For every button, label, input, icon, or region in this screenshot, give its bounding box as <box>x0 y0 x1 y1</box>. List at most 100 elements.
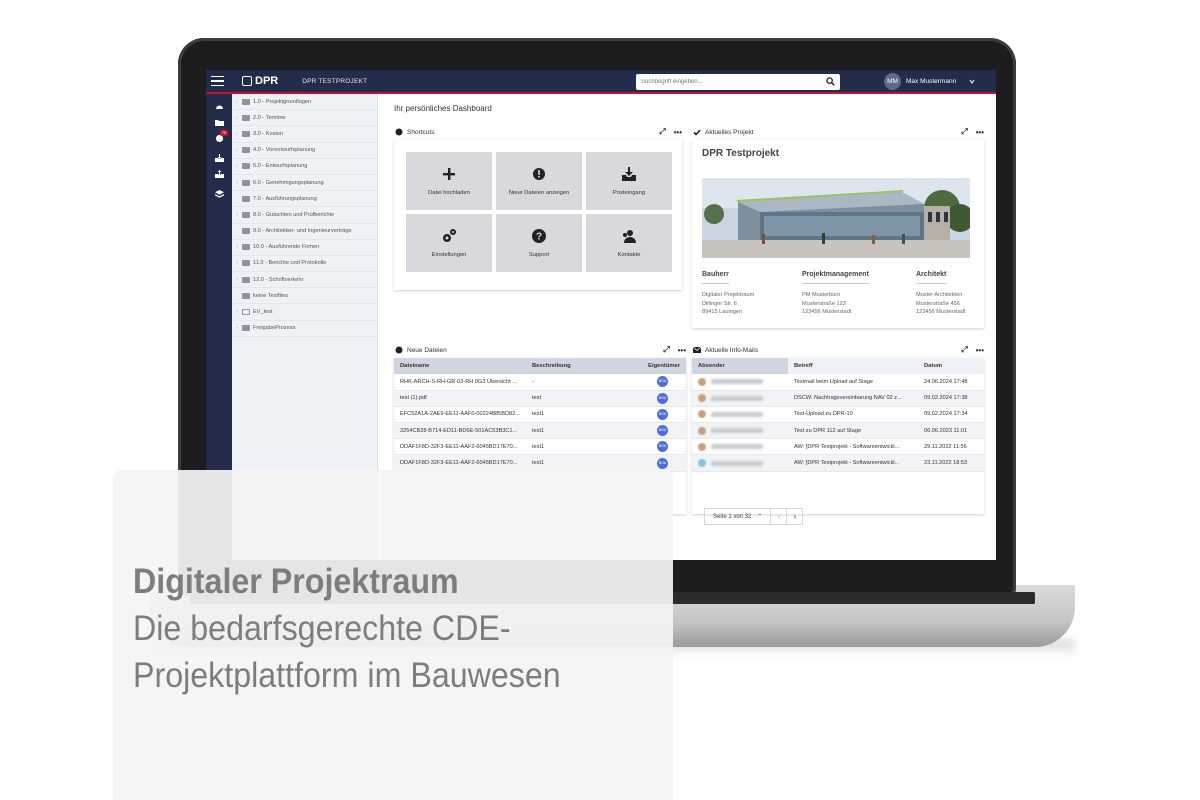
column-header[interactable]: Betreff <box>788 358 918 374</box>
architekt-block: Architekt Muster Architekten Musterstraß… <box>916 270 965 317</box>
expand-icon[interactable]: › <box>232 212 242 218</box>
tree-node[interactable]: › 8.0 - Gutachten und Prüfberichte <box>232 207 377 224</box>
tree-node[interactable]: › 10.0 - Ausführende Firmen <box>232 240 377 256</box>
expand-icon[interactable]: › <box>232 244 242 250</box>
file-name[interactable]: EFC52A1A-2AE9-EE11-AAF0-00224885BD82... <box>394 406 526 424</box>
file-name[interactable]: RHK-ARCH-S-RH-GR-03-RH 0G3 Übersicht ... <box>394 374 526 391</box>
shortcut-support[interactable]: ? Support <box>496 214 582 272</box>
tree-node[interactable]: › 2.0 - Termine <box>232 110 377 127</box>
tree-node[interactable]: keine Testfiles <box>232 288 377 305</box>
rail-folders[interactable] <box>206 114 232 130</box>
file-desc: test1 <box>526 454 612 472</box>
file-name[interactable]: 3254CB28-B714-ED11-BD6E-501AC53B3C1... <box>394 422 526 440</box>
folder-icon <box>242 260 250 267</box>
file-name[interactable]: DDAF1F8D-32F3-EE11-AAF2-6045BD17E70... <box>394 438 526 456</box>
tree-node[interactable]: › EV_test <box>232 304 377 321</box>
mail-subject[interactable]: AW: [DPR Testprojekt - Softwareentwickl.… <box>788 454 918 472</box>
user-menu[interactable]: MM Max Mustermann <box>884 73 975 90</box>
mail-subject[interactable]: Test zu DPR 112 auf Stage <box>788 422 918 440</box>
app-logo[interactable]: DPR <box>242 75 278 87</box>
tree-node-label: keine Testfiles <box>253 292 289 299</box>
tree-node[interactable]: › 1.0 - Projektgrundlagen <box>232 94 377 111</box>
page-select[interactable]: Seite 1 von 32 ⌃ <box>705 509 770 524</box>
tree-node[interactable]: 9.0 - Architekten- und Ingenieurverträge <box>232 224 377 240</box>
expand-icon[interactable]: › <box>232 325 242 331</box>
expand-icon[interactable]: ⤢ <box>659 127 665 137</box>
column-header[interactable]: Datum <box>918 358 984 374</box>
more-icon[interactable]: ••• <box>674 128 682 137</box>
shortcut-settings[interactable]: Einstellungen <box>406 214 492 272</box>
column-header[interactable]: Absender <box>692 358 788 374</box>
expand-icon[interactable]: › <box>232 309 242 315</box>
tree-node[interactable]: › 4.0 - Vorentwurfsplanung <box>232 143 377 159</box>
tree-node[interactable]: › 11.0 - Berichte und Protokolle <box>232 256 377 273</box>
table-row[interactable]: 3254CB28-B714-ED11-BD6E-501AC53B3C1... te… <box>394 422 686 440</box>
rail-inbox[interactable] <box>206 150 232 166</box>
layers-icon <box>214 190 224 198</box>
table-row[interactable]: RHK-ARCH-S-RH-GR-03-RH 0G3 Übersicht ...… <box>394 374 686 391</box>
expand-icon[interactable]: › <box>232 147 242 153</box>
rail-notifications[interactable]: 75 <box>206 130 232 146</box>
table-row[interactable]: Test-Upload zu DPR-10 09.02.2024 17:34 <box>692 406 984 424</box>
more-icon[interactable]: ••• <box>678 346 686 355</box>
table-row[interactable]: Testmail beim Upload auf Stage 24.06.2024… <box>692 374 984 391</box>
rail-dashboard[interactable] <box>206 98 232 114</box>
column-header[interactable]: Beschreibung <box>526 358 612 374</box>
shortcut-upload[interactable]: Datei hochladen <box>406 152 492 210</box>
tree-node[interactable]: › 5.0 - Entwurfsplanung <box>232 159 377 175</box>
chevron-down-icon <box>969 79 975 84</box>
menu-icon[interactable] <box>206 70 228 93</box>
search-icon[interactable] <box>826 77 835 86</box>
table-row[interactable]: test (1).pdf test BOA <box>394 390 686 407</box>
mail-subject[interactable]: Test-Upload zu DPR-10 <box>788 406 918 424</box>
tree-node[interactable]: 7.0 - Ausführungsplanung <box>232 191 377 208</box>
next-page-button[interactable]: › <box>786 509 802 524</box>
expand-icon[interactable]: ⤢ <box>663 345 669 355</box>
shortcut-contacts[interactable]: Kontakte <box>586 214 672 272</box>
table-row[interactable]: Test zu DPR 112 auf Stage 06.06.2023 11:0… <box>692 422 984 440</box>
tree-node[interactable]: › 6.0 - Genehmigungsplanung <box>232 175 377 192</box>
column-header[interactable]: Eigentümer <box>611 358 686 374</box>
expand-icon[interactable]: › <box>232 260 242 266</box>
pm-line: PM Musterbüro <box>802 291 841 298</box>
shortcut-inbox[interactable]: Posteingang <box>586 152 672 210</box>
rail-outbox[interactable] <box>206 166 232 182</box>
mail-subject[interactable]: Testmail beim Upload auf Stage <box>788 374 918 391</box>
tree-node[interactable]: › 3.0 - Kosten <box>232 126 377 143</box>
mail-subject[interactable]: DSCW: Nachtragsvereinbarung NAV 02 z... <box>788 390 918 407</box>
tree-node[interactable]: › FreigabeProzess <box>232 321 377 337</box>
tree-node[interactable]: › 12.0 - Schriftverkehr <box>232 272 377 289</box>
sender-redacted <box>698 459 782 468</box>
more-icon[interactable]: ••• <box>976 346 984 355</box>
shortcut-new-files[interactable]: Neue Dateien anzeigen <box>496 152 582 210</box>
table-row[interactable]: DDAF1F8D-32F3-EE11-AAF2-6045BD17E70... te… <box>394 438 686 456</box>
expand-icon[interactable]: › <box>232 180 242 186</box>
table-row[interactable]: AW: [DPR Testprojekt - Softwareentwickl.… <box>692 438 984 456</box>
expand-icon[interactable]: › <box>232 131 242 137</box>
logo-mark <box>242 76 252 86</box>
badge-icon <box>394 346 403 355</box>
rail-layers[interactable] <box>206 186 232 202</box>
prev-page-button[interactable]: ‹ <box>770 509 786 524</box>
expand-icon[interactable]: › <box>232 277 242 283</box>
expand-icon[interactable]: › <box>232 115 242 121</box>
sender-redacted <box>698 377 782 386</box>
column-header[interactable]: Dateiname <box>394 358 526 374</box>
folder-icon <box>242 325 250 332</box>
table-row[interactable]: DSCW: Nachtragsvereinbarung NAV 02 z... 0… <box>692 390 984 407</box>
table-row[interactable]: EFC52A1A-2AE9-EE11-AAF0-00224885BD82... t… <box>394 406 686 424</box>
file-name[interactable]: test (1).pdf <box>394 390 526 407</box>
promo-line: Die bedarfsgerechte CDE- <box>133 609 511 648</box>
mail-subject[interactable]: AW: [DPR Testprojekt - Softwareentwickl.… <box>788 438 918 456</box>
expand-icon[interactable]: › <box>232 99 242 105</box>
expand-icon[interactable]: ⤢ <box>961 345 967 355</box>
new-files-title: Neue Dateien <box>407 346 447 354</box>
more-icon[interactable]: ••• <box>976 128 984 137</box>
expand-icon[interactable]: › <box>232 163 242 169</box>
mail-date: 24.06.2024 17:48 <box>918 374 984 391</box>
expand-icon[interactable]: ⤢ <box>961 127 967 137</box>
search-input[interactable] <box>641 79 821 85</box>
table-row[interactable]: DDAF1F8D-32F3-EE11-AAF2-6045BD17E70... te… <box>394 454 686 472</box>
table-row[interactable]: AW: [DPR Testprojekt - Softwareentwickl.… <box>692 454 984 472</box>
file-name[interactable]: DDAF1F8D-32F3-EE11-AAF2-6045BD17E70... <box>394 454 526 472</box>
